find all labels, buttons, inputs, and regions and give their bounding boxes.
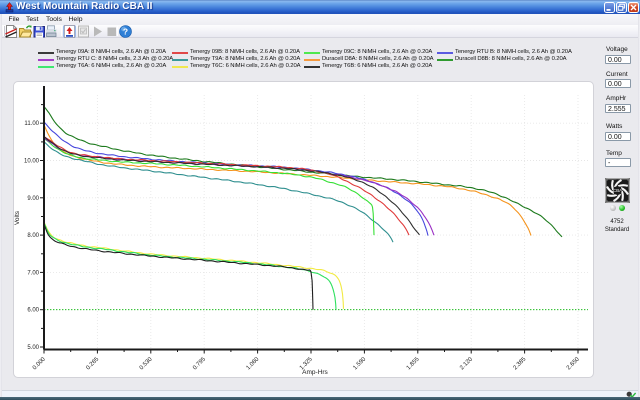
svg-text:0.530: 0.530 xyxy=(139,356,154,371)
svg-text:0.795: 0.795 xyxy=(192,356,207,371)
svg-text:11.00: 11.00 xyxy=(24,121,39,127)
svg-text:7.00: 7.00 xyxy=(27,270,39,276)
svg-text:0.000: 0.000 xyxy=(32,356,47,371)
svg-text:0.265: 0.265 xyxy=(85,356,100,371)
svg-text:5.00: 5.00 xyxy=(27,345,39,351)
svg-text:9.00: 9.00 xyxy=(27,196,39,202)
svg-text:10.00: 10.00 xyxy=(24,159,40,165)
svg-text:2.385: 2.385 xyxy=(513,356,528,371)
svg-text:1.590: 1.590 xyxy=(352,356,367,371)
svg-text:6.00: 6.00 xyxy=(27,308,39,314)
svg-text:Volts: Volts xyxy=(14,210,21,225)
svg-text:1.060: 1.060 xyxy=(246,356,261,371)
svg-text:2.650: 2.650 xyxy=(566,356,581,371)
svg-text:8.00: 8.00 xyxy=(27,233,39,239)
svg-text:2.120: 2.120 xyxy=(459,356,474,371)
svg-text:CBA: CBA xyxy=(613,188,623,193)
svg-text:?: ? xyxy=(123,26,128,36)
svg-text:Amp-Hrs: Amp-Hrs xyxy=(302,369,328,376)
svg-text:1.855: 1.855 xyxy=(406,356,421,371)
